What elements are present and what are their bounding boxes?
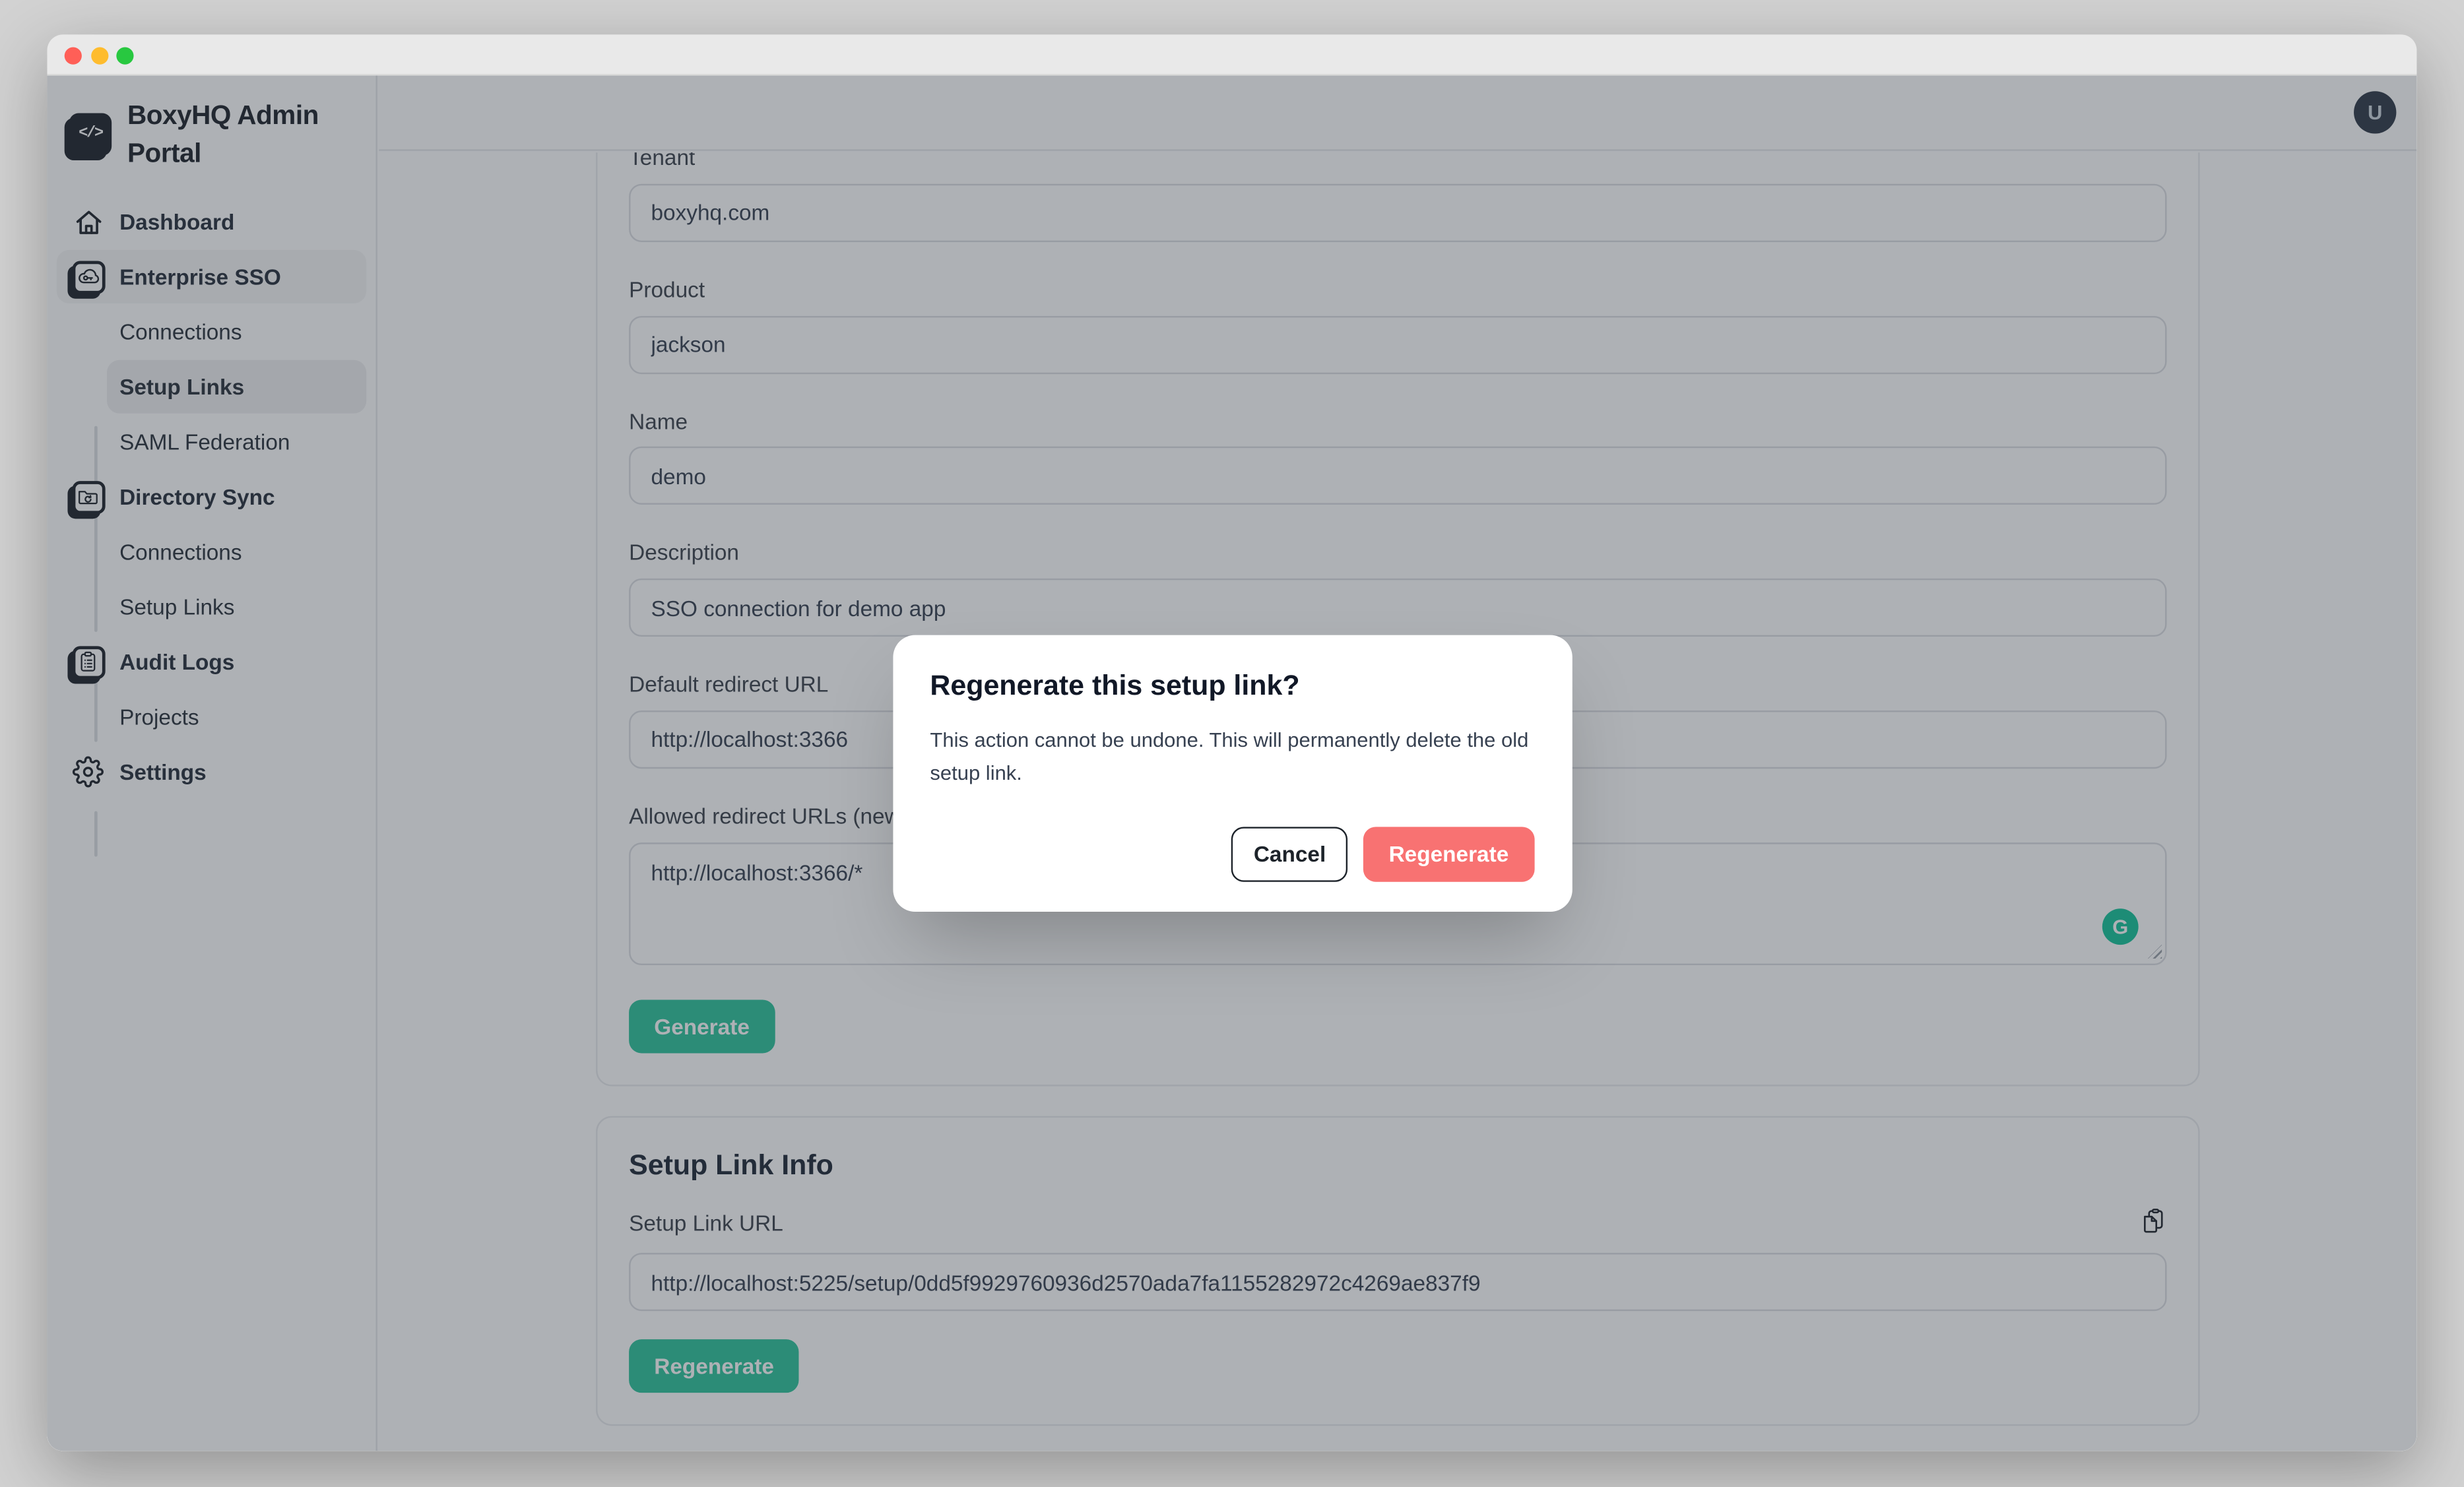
zoom-window-button[interactable] xyxy=(116,46,133,63)
window-titlebar[interactable] xyxy=(47,34,2416,75)
window-controls xyxy=(65,46,134,63)
dialog-actions: Cancel Regenerate xyxy=(930,826,1534,881)
browser-viewport: </> BoxyHQ Admin Portal Dashboard xyxy=(47,75,2416,1451)
regenerate-confirm-dialog: Regenerate this setup link? This action … xyxy=(892,635,1571,911)
desktop: </> BoxyHQ Admin Portal Dashboard xyxy=(0,0,2464,1487)
cancel-button[interactable]: Cancel xyxy=(1231,826,1347,881)
dialog-title: Regenerate this setup link? xyxy=(930,668,1534,704)
browser-window: </> BoxyHQ Admin Portal Dashboard xyxy=(47,34,2416,1451)
confirm-regenerate-button[interactable]: Regenerate xyxy=(1363,826,1534,881)
minimize-window-button[interactable] xyxy=(90,46,108,63)
dialog-message: This action cannot be undone. This will … xyxy=(930,722,1534,788)
close-window-button[interactable] xyxy=(65,46,82,63)
